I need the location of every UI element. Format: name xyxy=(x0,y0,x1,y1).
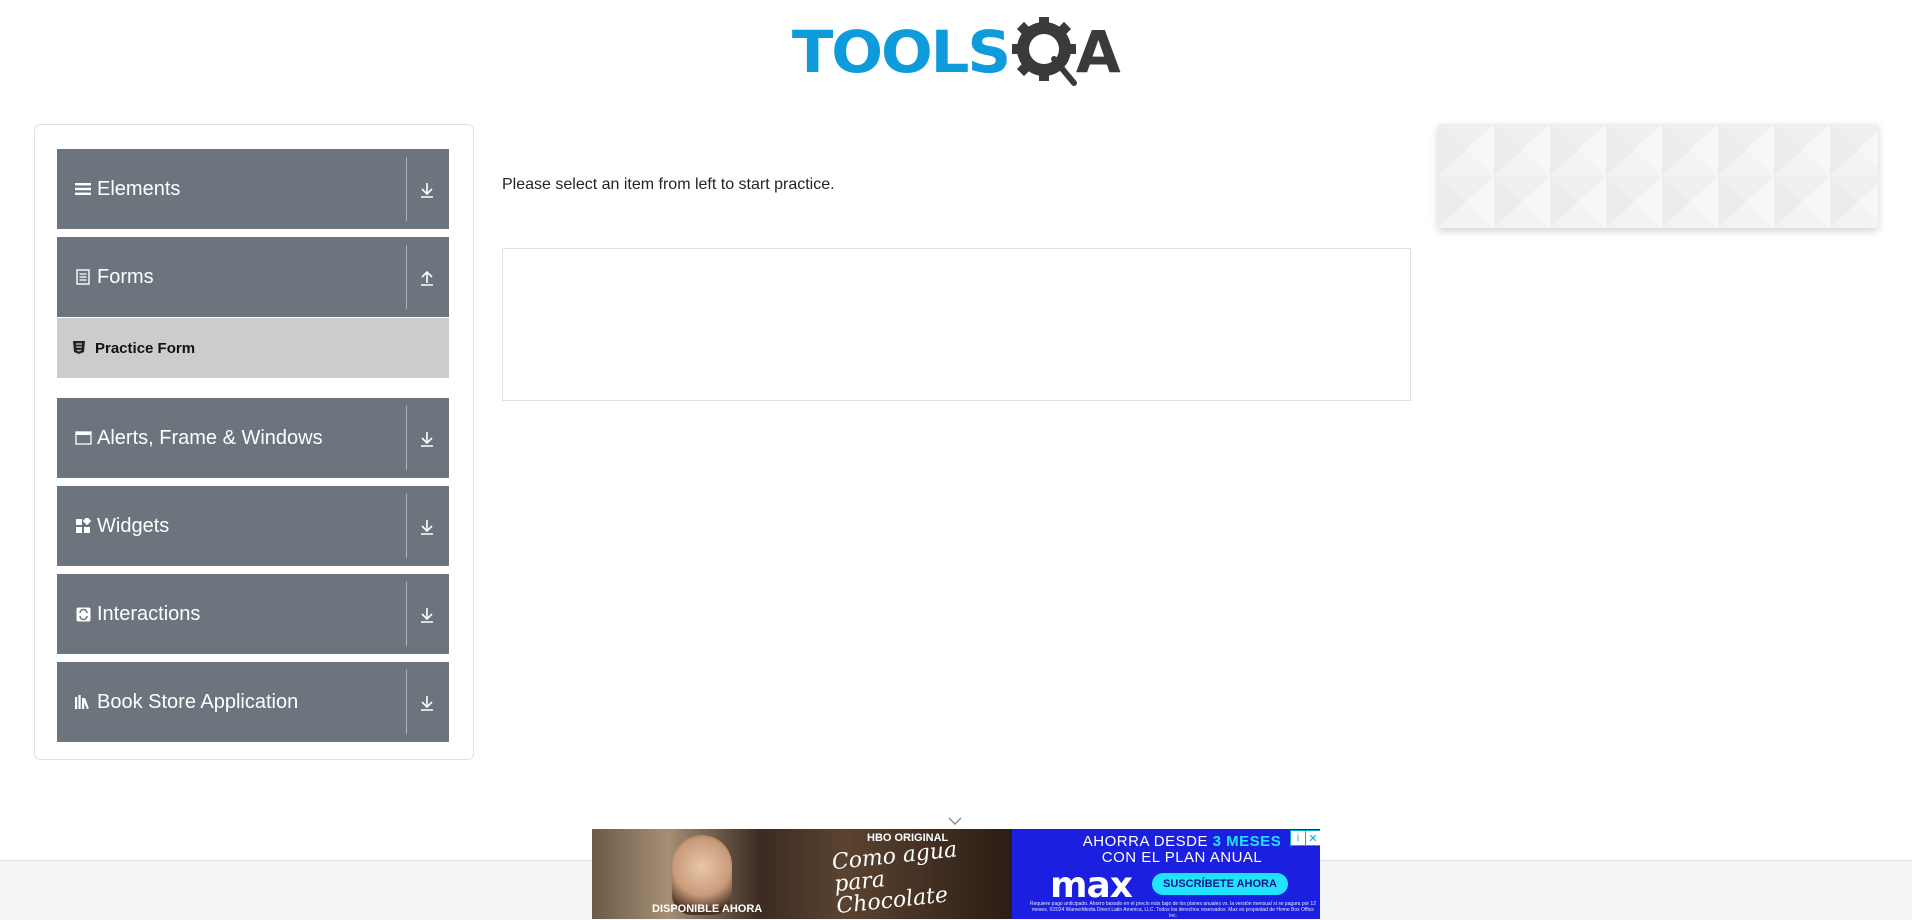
group-header-alerts-frame-windows[interactable]: Alerts, Frame & Windows xyxy=(57,398,449,478)
ad-available-now: DISPONIBLE AHORA xyxy=(652,903,763,915)
ad-max-logo: max xyxy=(1050,865,1133,906)
download-arrow-icon xyxy=(421,183,433,198)
group-header-interactions[interactable]: Interactions xyxy=(57,574,449,654)
group-alerts-frame-windows: Alerts, Frame & Windows xyxy=(57,398,449,478)
logo-qa: A xyxy=(1010,15,1121,89)
group-title: Interactions xyxy=(97,602,201,625)
group-widgets: Widgets xyxy=(57,486,449,566)
ad-pattern xyxy=(1438,124,1878,228)
menu-item-label: Practice Form xyxy=(95,339,196,357)
form-icon xyxy=(73,267,93,287)
chevron-down-icon[interactable] xyxy=(948,816,962,826)
group-interactions: Interactions xyxy=(57,574,449,654)
toolsqa-logo[interactable]: TOOLS A xyxy=(792,14,1121,90)
divider xyxy=(406,670,407,734)
ad-fine-print: Requiere pago anticipado. Ahorro basado … xyxy=(1029,901,1316,919)
ad-offer-line2: CON EL PLAN ANUAL xyxy=(1101,849,1263,866)
html5-icon xyxy=(71,340,87,356)
group-title: Elements xyxy=(97,177,181,200)
group-title: Widgets xyxy=(97,514,170,537)
group-title: Book Store Application xyxy=(97,690,299,713)
ad-subscribe-button[interactable]: SUSCRÍBETE AHORA xyxy=(1152,873,1288,895)
group-header-book-store-application[interactable]: Book Store Application xyxy=(57,662,449,742)
divider xyxy=(406,582,407,646)
practice-content-area xyxy=(502,248,1411,401)
left-panel: Elements Forms Practice Form Alerts, Fra… xyxy=(34,124,474,760)
download-arrow-icon xyxy=(421,520,433,535)
interactions-icon xyxy=(73,604,93,624)
divider xyxy=(406,157,407,221)
ad-close-icon[interactable]: ✕ xyxy=(1305,830,1320,846)
group-forms: Forms Practice Form xyxy=(57,237,449,378)
download-arrow-icon xyxy=(421,696,433,711)
logo-tools-text: TOOLS xyxy=(791,18,1011,86)
group-book-store-application: Book Store Application xyxy=(57,662,449,742)
group-header-elements[interactable]: Elements xyxy=(57,149,449,229)
logo-a-text: A xyxy=(1075,18,1121,86)
bottom-banner-ad[interactable]: HBO ORIGINAL Como agua para Chocolate DI… xyxy=(592,829,1320,919)
widgets-icon xyxy=(73,516,93,536)
download-arrow-icon xyxy=(421,432,433,447)
upload-arrow-icon xyxy=(421,270,433,286)
books-icon xyxy=(73,692,93,712)
group-title: Forms xyxy=(97,265,154,288)
ad-offer-prefix: AHORRA DESDE xyxy=(1082,833,1208,850)
divider xyxy=(406,494,407,558)
window-icon xyxy=(73,428,93,448)
divider xyxy=(406,406,407,470)
group-header-widgets[interactable]: Widgets xyxy=(57,486,449,566)
ad-offer-highlight: 3 MESES xyxy=(1212,833,1282,850)
group-header-forms[interactable]: Forms xyxy=(57,237,449,317)
group-title: Alerts, Frame & Windows xyxy=(97,426,323,449)
ad-offer-line1: AHORRA DESDE 3 MESES xyxy=(1062,833,1302,850)
select-item-prompt: Please select an item from left to start… xyxy=(502,176,835,193)
menu-item-practice-form[interactable]: Practice Form xyxy=(57,318,449,378)
gear-magnifier-icon xyxy=(1011,17,1077,86)
divider xyxy=(406,245,407,309)
adchoices-icon[interactable]: i xyxy=(1290,830,1306,846)
download-arrow-icon xyxy=(421,608,433,623)
list-icon xyxy=(73,179,93,199)
group-elements: Elements xyxy=(57,149,449,229)
right-ad-placeholder[interactable] xyxy=(1438,124,1878,228)
